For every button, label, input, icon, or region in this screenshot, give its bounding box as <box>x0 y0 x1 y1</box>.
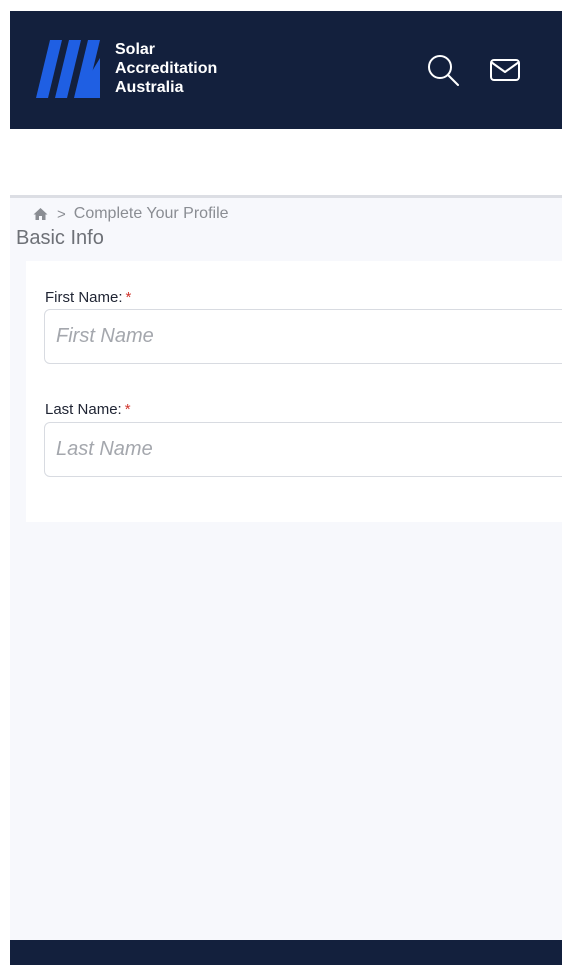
last-name-label-text: Last Name: <box>45 401 122 418</box>
first-name-input[interactable] <box>44 309 562 364</box>
breadcrumb-separator: > <box>57 205 66 223</box>
home-icon[interactable] <box>33 207 48 221</box>
mail-icon[interactable] <box>488 54 522 86</box>
required-marker: * <box>124 401 131 418</box>
last-name-input[interactable] <box>44 422 562 477</box>
section-title: Basic Info <box>16 227 104 249</box>
top-header: Solar Accreditation Australia <box>10 11 562 129</box>
last-name-label: Last Name: * <box>45 401 131 418</box>
brand-line-3: Australia <box>115 79 184 96</box>
subheader-band <box>10 129 562 198</box>
logo-icon[interactable] <box>36 40 100 98</box>
basic-info-card: First Name:* Last Name:* <box>26 261 562 522</box>
breadcrumb: > Complete Your Profile <box>33 205 229 223</box>
app-frame: Solar Accreditation Australia > Complete… <box>10 11 562 965</box>
search-icon[interactable] <box>426 54 460 86</box>
brand-line-2: Accreditation <box>115 60 218 77</box>
required-marker: * <box>125 289 132 306</box>
first-name-label-text: First Name: <box>45 289 123 306</box>
breadcrumb-current: Complete Your Profile <box>73 205 229 222</box>
footer-bar <box>10 940 562 965</box>
brand-name[interactable]: Solar Accreditation Australia <box>115 40 217 97</box>
first-name-label: First Name: * <box>45 289 131 306</box>
brand-line-1: Solar <box>115 41 156 58</box>
